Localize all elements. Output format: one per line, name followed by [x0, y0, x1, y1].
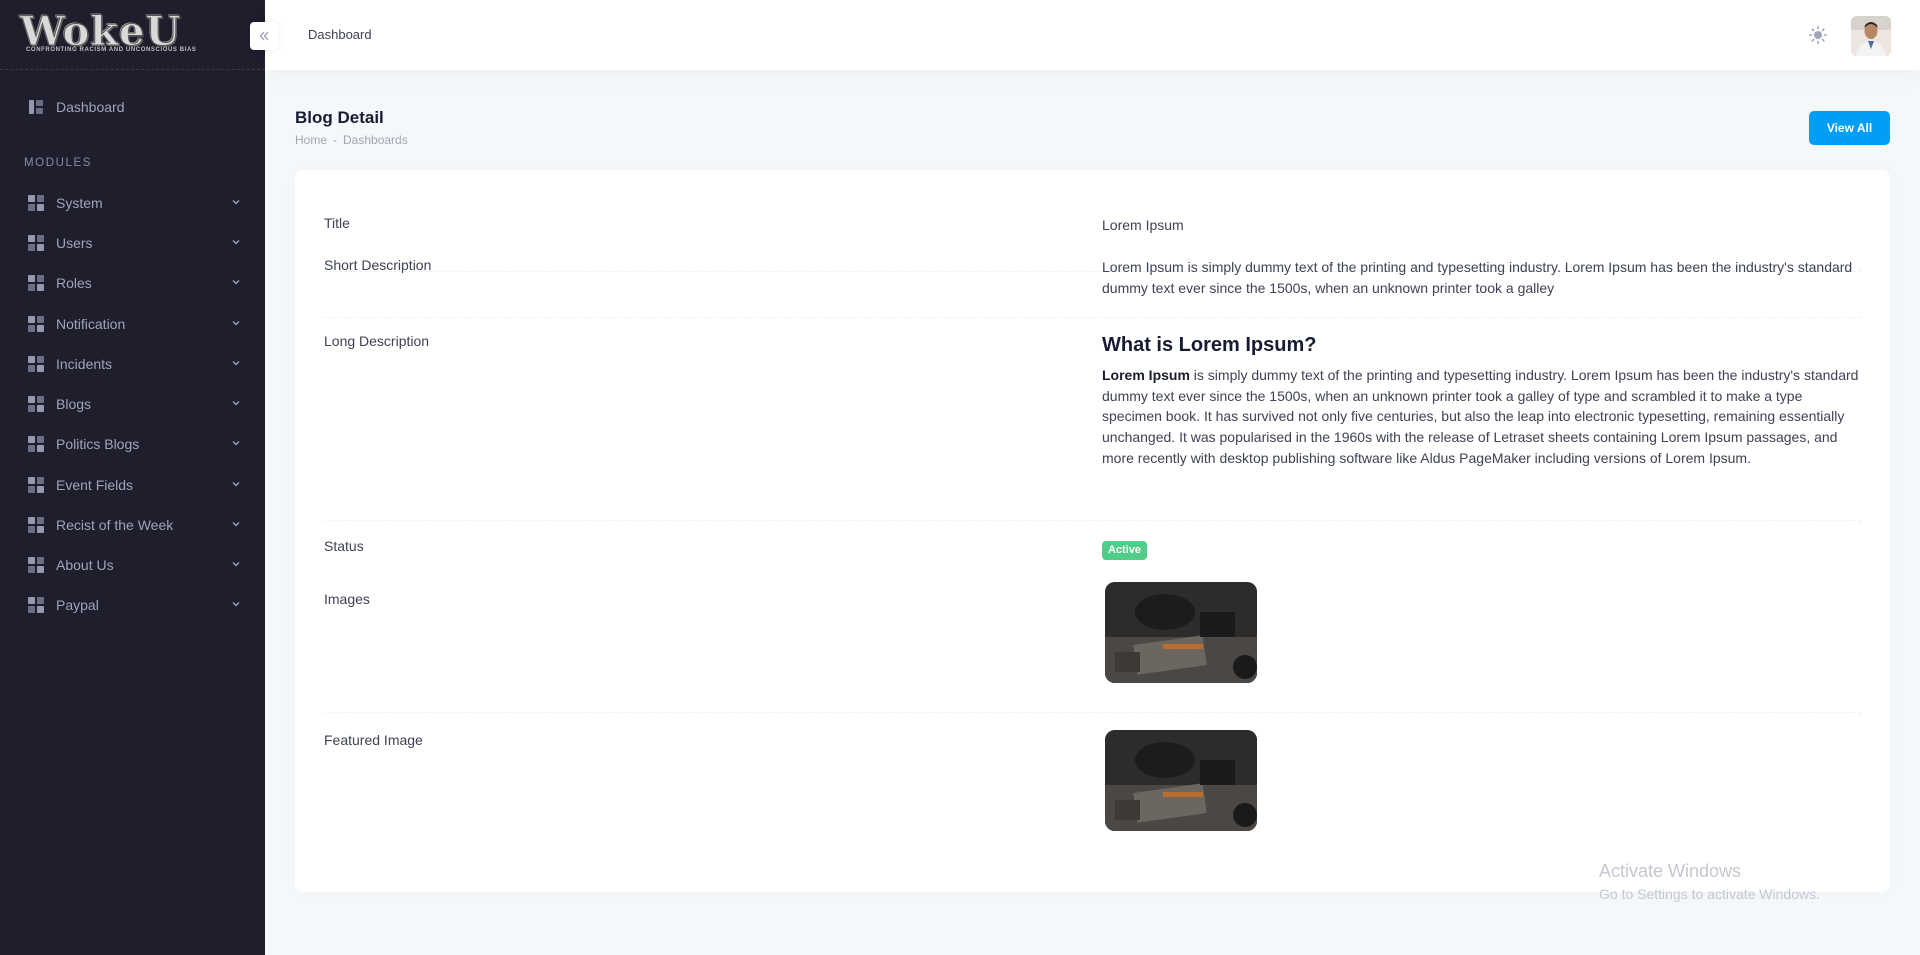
featured-image-thumbnail[interactable] [1105, 730, 1257, 831]
long-description-label: Long Description [324, 333, 430, 349]
logo-area: WokeU CONFRONTING RACISM AND UNCONSCIOUS… [0, 0, 265, 70]
images-label: Images [324, 591, 370, 607]
chevron-down-icon [232, 522, 240, 527]
chevron-down-icon [232, 482, 240, 487]
chevron-down-icon [232, 361, 240, 366]
grid-icon [28, 275, 44, 291]
blog-image-thumbnail[interactable] [1105, 582, 1257, 683]
blog-detail-card: Title Lorem Ipsum Short Description Lore… [295, 170, 1890, 892]
grid-icon [28, 195, 44, 211]
chevron-down-icon [232, 321, 240, 326]
grid-icon [28, 597, 44, 613]
breadcrumb-dashboards[interactable]: Dashboards [343, 133, 408, 147]
grid-icon [28, 396, 44, 412]
sidebar-item-notification[interactable]: Notification [0, 304, 265, 344]
chevron-down-icon [232, 562, 240, 567]
long-description-paragraph: Lorem Ipsum is simply dummy text of the … [1102, 365, 1861, 469]
sidebar-item-blogs[interactable]: Blogs [0, 384, 265, 424]
theme-toggle-sun-icon[interactable] [1809, 26, 1827, 44]
chevron-down-icon [232, 200, 240, 205]
detail-row-short-description: Short Description Lorem Ipsum is simply … [324, 242, 1861, 318]
long-description-text: is simply dummy text of the printing and… [1102, 367, 1859, 466]
sidebar-item-system[interactable]: System [0, 183, 265, 223]
windows-activation-title: Activate Windows [1599, 861, 1742, 881]
sidebar: WokeU CONFRONTING RACISM AND UNCONSCIOUS… [0, 0, 265, 955]
grid-icon [28, 356, 44, 372]
user-avatar[interactable] [1851, 16, 1891, 56]
long-description-bold: Lorem Ipsum [1102, 367, 1190, 383]
grid-icon [28, 235, 44, 251]
short-description-label: Short Description [324, 257, 432, 273]
modules-section-label: MODULES [24, 157, 93, 169]
detail-row-status: Status Active [324, 521, 1861, 571]
short-description-value: Lorem Ipsum is simply dummy text of the … [1102, 259, 1853, 296]
breadcrumb: Home - Dashboards [295, 133, 408, 147]
sidebar-item-roles[interactable]: Roles [0, 263, 265, 303]
header-breadcrumb: Dashboard [308, 27, 372, 42]
sidebar-item-event-fields[interactable]: Event Fields [0, 465, 265, 505]
grid-icon [28, 517, 44, 533]
sidebar-item-politics-blogs[interactable]: Politics Blogs [0, 424, 265, 464]
logo-tagline: CONFRONTING RACISM AND UNCONSCIOUS BIAS [26, 47, 197, 53]
page-title: Blog Detail [295, 108, 384, 127]
sidebar-collapse-button[interactable] [250, 22, 278, 50]
sidebar-item-dashboard[interactable]: Dashboard [0, 87, 265, 127]
detail-row-long-description: Long Description What is Lorem Ipsum? Lo… [324, 318, 1861, 521]
status-label: Status [324, 538, 364, 554]
top-header: Dashboard [265, 0, 1920, 70]
sidebar-item-paypal[interactable]: Paypal [0, 585, 265, 625]
breadcrumb-home[interactable]: Home [295, 133, 327, 147]
breadcrumb-separator: - [333, 133, 338, 147]
status-badge: Active [1102, 541, 1148, 560]
title-value: Lorem Ipsum [1102, 217, 1184, 233]
grid-icon [28, 316, 44, 332]
sidebar-item-label: Dashboard [56, 99, 125, 115]
dashboard-icon [28, 99, 44, 115]
detail-row-images: Images [324, 572, 1861, 713]
images-value [1105, 582, 1864, 683]
detail-row-featured-image: Featured Image [324, 713, 1861, 863]
long-description-heading: What is Lorem Ipsum? [1102, 334, 1317, 356]
sidebar-item-about-us[interactable]: About Us [0, 545, 265, 585]
sidebar-item-users[interactable]: Users [0, 223, 265, 263]
featured-image-value [1105, 730, 1864, 831]
double-chevron-left-icon [259, 31, 269, 41]
status-value: Active [1102, 538, 1861, 560]
grid-icon [28, 557, 44, 573]
featured-image-label: Featured Image [324, 732, 423, 748]
chevron-down-icon [232, 280, 240, 285]
chevron-down-icon [232, 602, 240, 607]
sidebar-item-recist-of-the-week[interactable]: Recist of the Week [0, 505, 265, 545]
view-all-button[interactable]: View All [1809, 111, 1890, 145]
long-description-value: What is Lorem Ipsum? Lorem Ipsum is simp… [1102, 333, 1861, 469]
chevron-down-icon [232, 401, 240, 406]
sidebar-item-incidents[interactable]: Incidents [0, 344, 265, 384]
chevron-down-icon [232, 240, 240, 245]
title-label: Title [324, 215, 350, 231]
brand-logo[interactable]: WokeU CONFRONTING RACISM AND UNCONSCIOUS… [19, 8, 197, 56]
windows-activation-subtitle: Go to Settings to activate Windows. [1599, 886, 1820, 902]
chevron-down-icon [232, 441, 240, 446]
grid-icon [28, 436, 44, 452]
grid-icon [28, 477, 44, 493]
